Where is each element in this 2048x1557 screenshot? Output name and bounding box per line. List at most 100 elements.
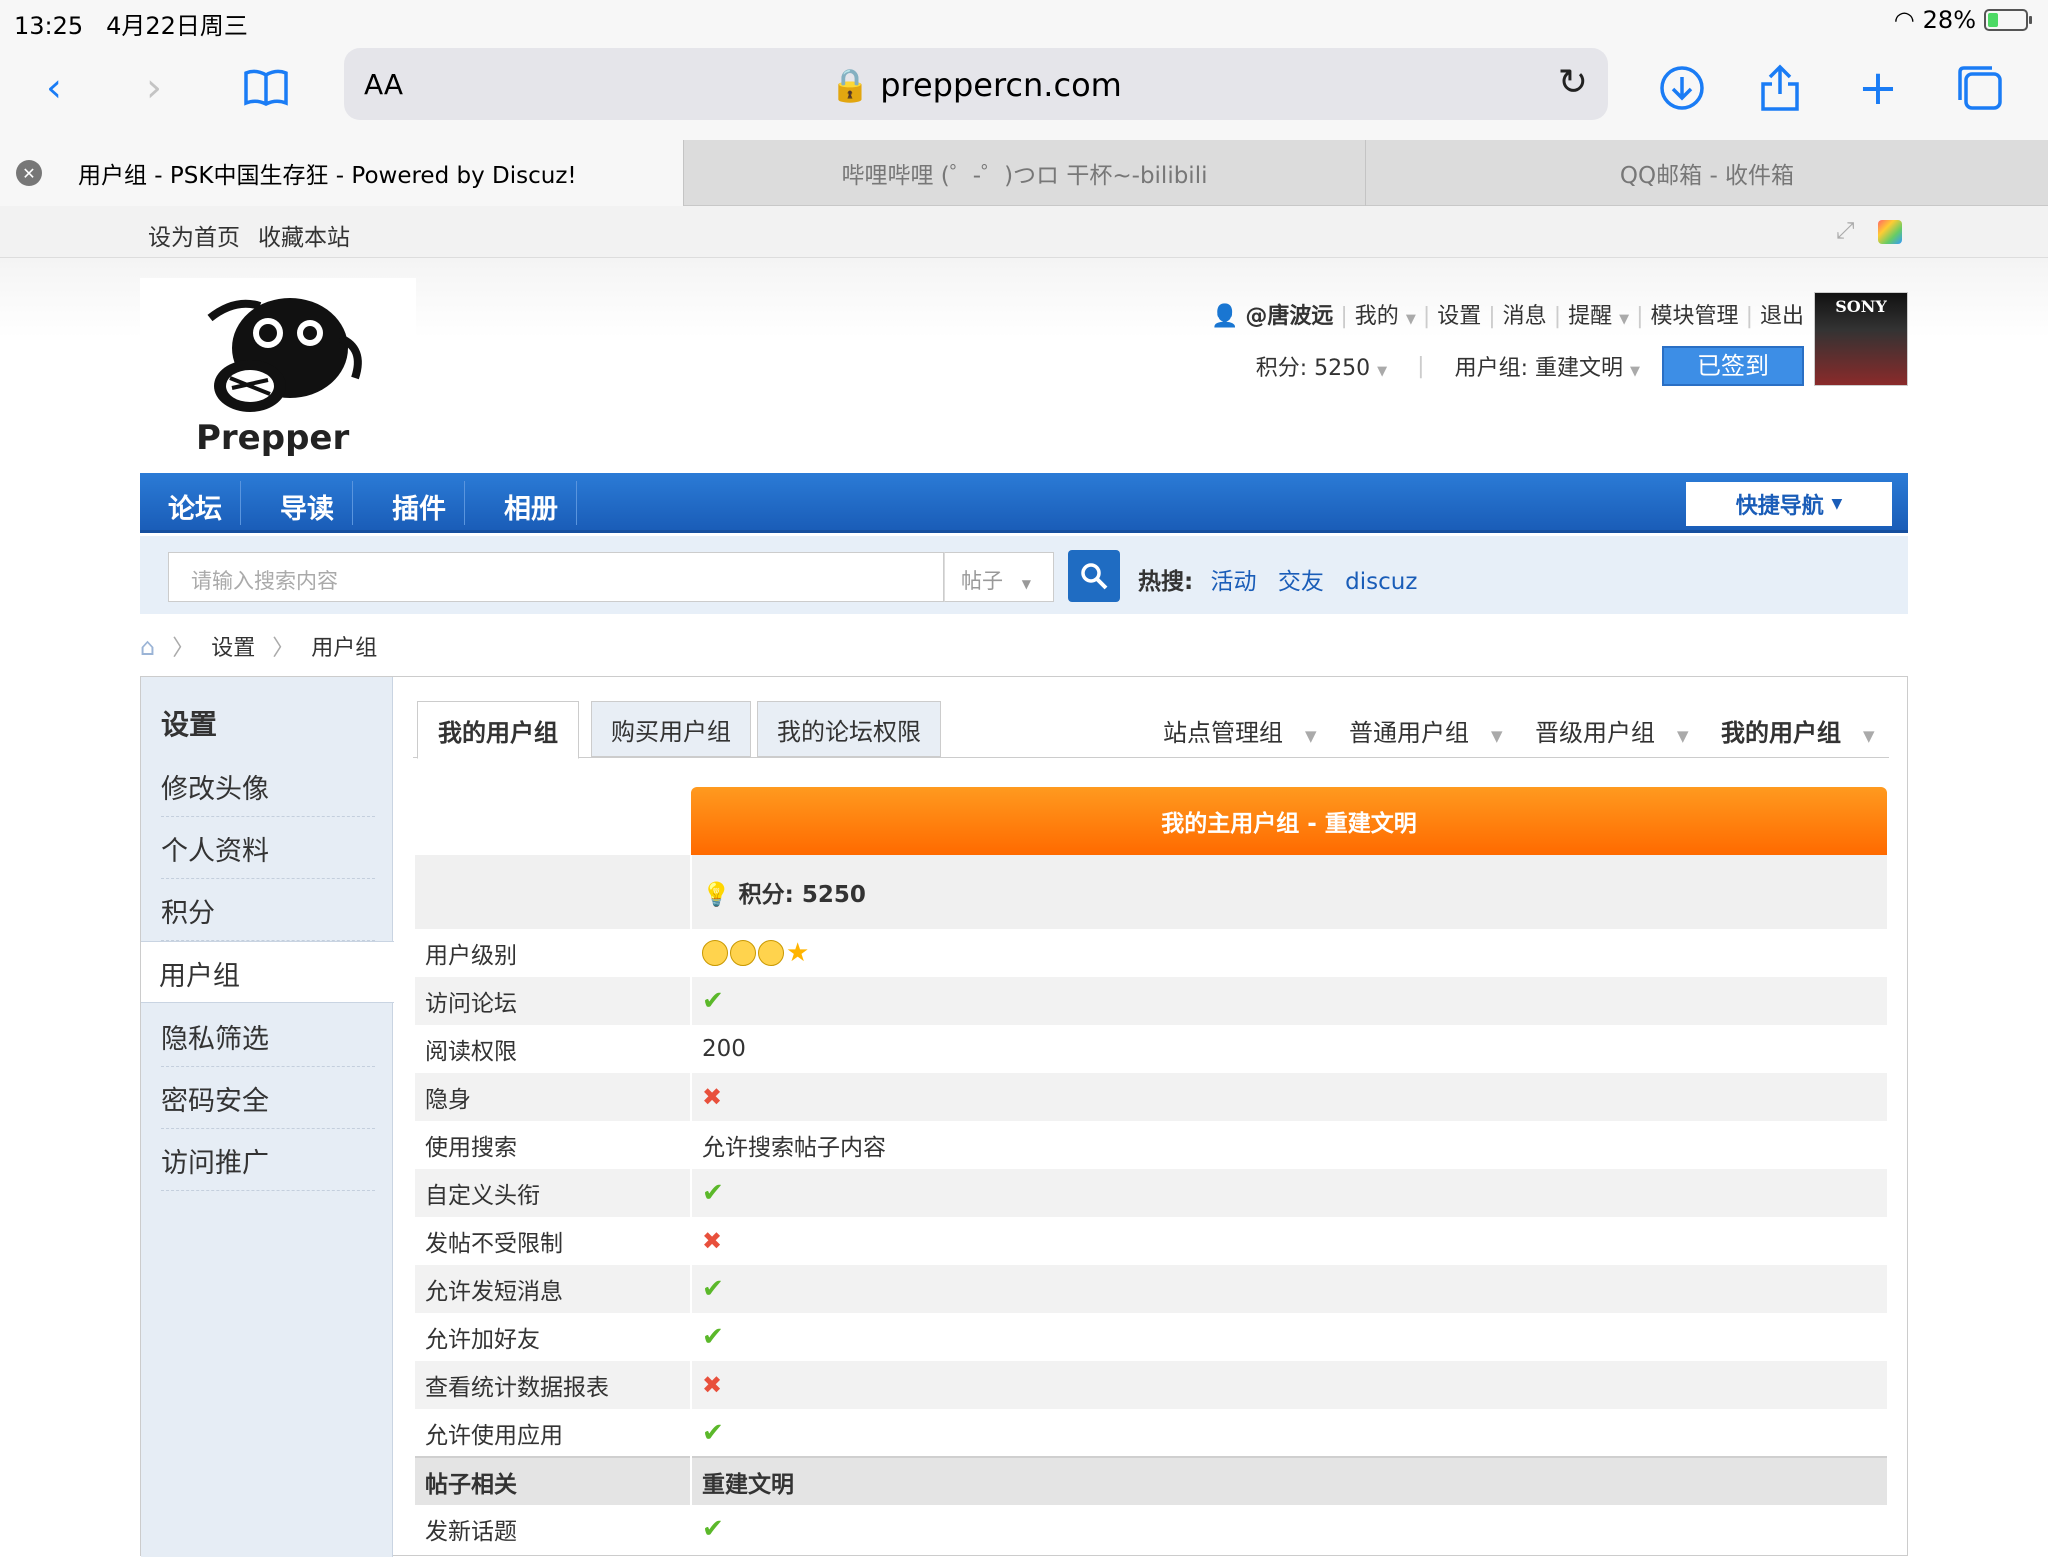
check-icon: ✔ (702, 986, 724, 1016)
level-star-icon: ★ (786, 938, 810, 968)
close-tab-icon[interactable]: ✕ (16, 160, 42, 186)
logout-link[interactable]: 退出 (1760, 304, 1804, 329)
search-bar: 请输入搜索内容 帖子 ▼ 热搜: 活动 交友 discuz (140, 536, 1908, 614)
set-homepage-link[interactable]: 设为首页 (148, 218, 240, 252)
tab-my-usergroup[interactable]: 我的用户组 (417, 701, 579, 759)
cross-icon: ✖ (702, 1083, 723, 1111)
address-bar[interactable]: AA 🔒 preppercn.com ↻ (344, 48, 1608, 120)
score-menu[interactable]: 积分: 5250 ▼ (1256, 350, 1387, 382)
section-value: 重建文明 (691, 1456, 1887, 1505)
tabs-overview-icon[interactable] (1950, 58, 2010, 118)
section-header-row: 帖子相关 重建文明 (415, 1456, 1887, 1505)
check-icon: ✔ (702, 1274, 724, 1304)
group-nav-promote[interactable]: 晋级用户组 ▼ (1535, 713, 1689, 748)
back-icon[interactable]: ‹ (24, 58, 84, 118)
avatar[interactable]: SONY (1814, 292, 1908, 386)
settings-panel: 设置 修改头像 个人资料 积分 用户组 隐私筛选 密码安全 访问推广 我的用户组… (140, 676, 1908, 1557)
table-row: 自定义头衔 ✔ (415, 1169, 1887, 1217)
hot-link-discuz[interactable]: discuz (1345, 569, 1417, 595)
level-face-icon (758, 940, 784, 966)
my-menu[interactable]: 我的 ▼ (1355, 304, 1416, 329)
signed-in-button[interactable]: 已签到 (1662, 346, 1804, 386)
tab-buy-usergroup[interactable]: 购买用户组 (591, 701, 751, 757)
section-key: 帖子相关 (415, 1456, 692, 1505)
browser-toolbar: ‹ › AA 🔒 preppercn.com ↻ + (0, 40, 2048, 140)
settings-link[interactable]: 设置 (1437, 304, 1481, 329)
tab-bilibili[interactable]: 哔哩哔哩 (゜-゜)つロ 干杯~-bilibili (683, 140, 1365, 206)
reload-icon[interactable]: ↻ (1558, 62, 1588, 103)
status-bar: 13:25 4月22日周三 ◠ 28% (0, 0, 2048, 40)
table-row: 发帖不受限制 ✖ (415, 1217, 1887, 1265)
row-key: 访问论坛 (415, 977, 692, 1025)
row-key: 发帖不受限制 (415, 1217, 692, 1265)
quick-nav-label: 快捷导航 (1735, 494, 1824, 519)
sidebar-item-usergroup[interactable]: 用户组 (141, 941, 394, 1003)
group-nav-label: 普通用户组 (1349, 719, 1469, 747)
breadcrumb-settings[interactable]: 设置 (211, 636, 255, 661)
home-icon[interactable]: ⌂ (140, 633, 155, 661)
cross-icon: ✖ (702, 1371, 723, 1399)
sidebar-item-avatar[interactable]: 修改头像 (161, 755, 375, 817)
gas-mask-logo-icon (207, 298, 362, 412)
forward-icon[interactable]: › (124, 58, 184, 118)
row-key: 隐身 (415, 1073, 692, 1121)
nav-forum[interactable]: 论坛 (168, 487, 222, 526)
caret-down-icon: ▼ (1021, 577, 1031, 591)
username-link[interactable]: @唐波远 (1245, 304, 1333, 329)
sidebar-title: 设置 (161, 708, 218, 741)
logo-text: Prepper (196, 418, 350, 458)
download-icon[interactable] (1652, 58, 1712, 118)
sidebar-item-credits[interactable]: 积分 (161, 879, 375, 941)
module-manage-link[interactable]: 模块管理 (1651, 304, 1739, 329)
nav-album[interactable]: 相册 (504, 487, 558, 526)
tab-qqmail[interactable]: QQ邮箱 - 收件箱 (1365, 140, 2048, 206)
site-logo[interactable]: Prepper (140, 278, 416, 458)
quick-nav-button[interactable]: 快捷导航 ▼ (1686, 482, 1892, 526)
sidebar-item-promotion[interactable]: 访问推广 (161, 1129, 375, 1191)
share-icon[interactable] (1750, 58, 1810, 118)
breadcrumb-usergroup: 用户组 (311, 636, 378, 661)
new-tab-icon[interactable]: + (1848, 58, 1908, 118)
group-nav-admin[interactable]: 站点管理组 ▼ (1163, 713, 1317, 748)
remind-menu[interactable]: 提醒 ▼ (1568, 304, 1629, 329)
table-row: 访问论坛 ✔ (415, 977, 1887, 1025)
tab-prepper[interactable]: ✕ 用户组 - PSK中国生存狂 - Powered by Discuz! (0, 140, 683, 206)
main-nav: 论坛 导读 插件 相册 快捷导航 ▼ (140, 473, 1908, 533)
status-time: 13:25 (14, 12, 84, 40)
fullscreen-icon[interactable]: ⤢ (1836, 218, 1854, 244)
chevron-down-icon: ▼ (1677, 727, 1689, 745)
bookmark-site-link[interactable]: 收藏本站 (258, 218, 350, 252)
sidebar-item-profile[interactable]: 个人资料 (161, 817, 375, 879)
table-row: 发新话题 ✔ (415, 1505, 1887, 1553)
messages-link[interactable]: 消息 (1503, 304, 1547, 329)
search-icon (1081, 563, 1108, 590)
group-nav-label: 晋级用户组 (1535, 719, 1655, 747)
avatar-text: SONY (1835, 297, 1887, 316)
hot-link-friends[interactable]: 交友 (1278, 569, 1324, 595)
sidebar-item-privacy[interactable]: 隐私筛选 (161, 1005, 375, 1067)
nav-guide[interactable]: 导读 (280, 487, 334, 526)
tab-forum-permissions[interactable]: 我的论坛权限 (757, 701, 941, 757)
row-key: 允许发短消息 (415, 1265, 692, 1313)
check-icon: ✔ (702, 1322, 724, 1352)
sidebar-item-password[interactable]: 密码安全 (161, 1067, 375, 1129)
check-icon: ✔ (702, 1417, 724, 1448)
color-theme-icon[interactable] (1878, 220, 1902, 244)
group-nav-label: 站点管理组 (1163, 719, 1283, 747)
row-key: 允许加好友 (415, 1313, 692, 1361)
row-key: 查看统计数据报表 (415, 1361, 692, 1409)
search-input[interactable]: 请输入搜索内容 (168, 552, 944, 602)
usergroup-menu[interactable]: 用户组: 重建文明 ▼ (1455, 350, 1640, 382)
search-type-select[interactable]: 帖子 ▼ (944, 552, 1054, 602)
nav-plugins[interactable]: 插件 (392, 487, 446, 526)
hot-link-activity[interactable]: 活动 (1211, 569, 1257, 595)
search-button[interactable] (1068, 550, 1120, 602)
bookmarks-icon[interactable] (236, 58, 296, 118)
group-nav-normal[interactable]: 普通用户组 ▼ (1349, 713, 1503, 748)
chevron-down-icon: ▼ (1491, 727, 1503, 745)
group-nav-mine[interactable]: 我的用户组 ▼ (1721, 713, 1875, 748)
status-date: 4月22日周三 (106, 12, 248, 40)
table-row: 允许发短消息 ✔ (415, 1265, 1887, 1313)
chevron-down-icon: ▼ (1305, 727, 1317, 745)
table-row: 允许使用应用 ✔ (415, 1409, 1887, 1457)
